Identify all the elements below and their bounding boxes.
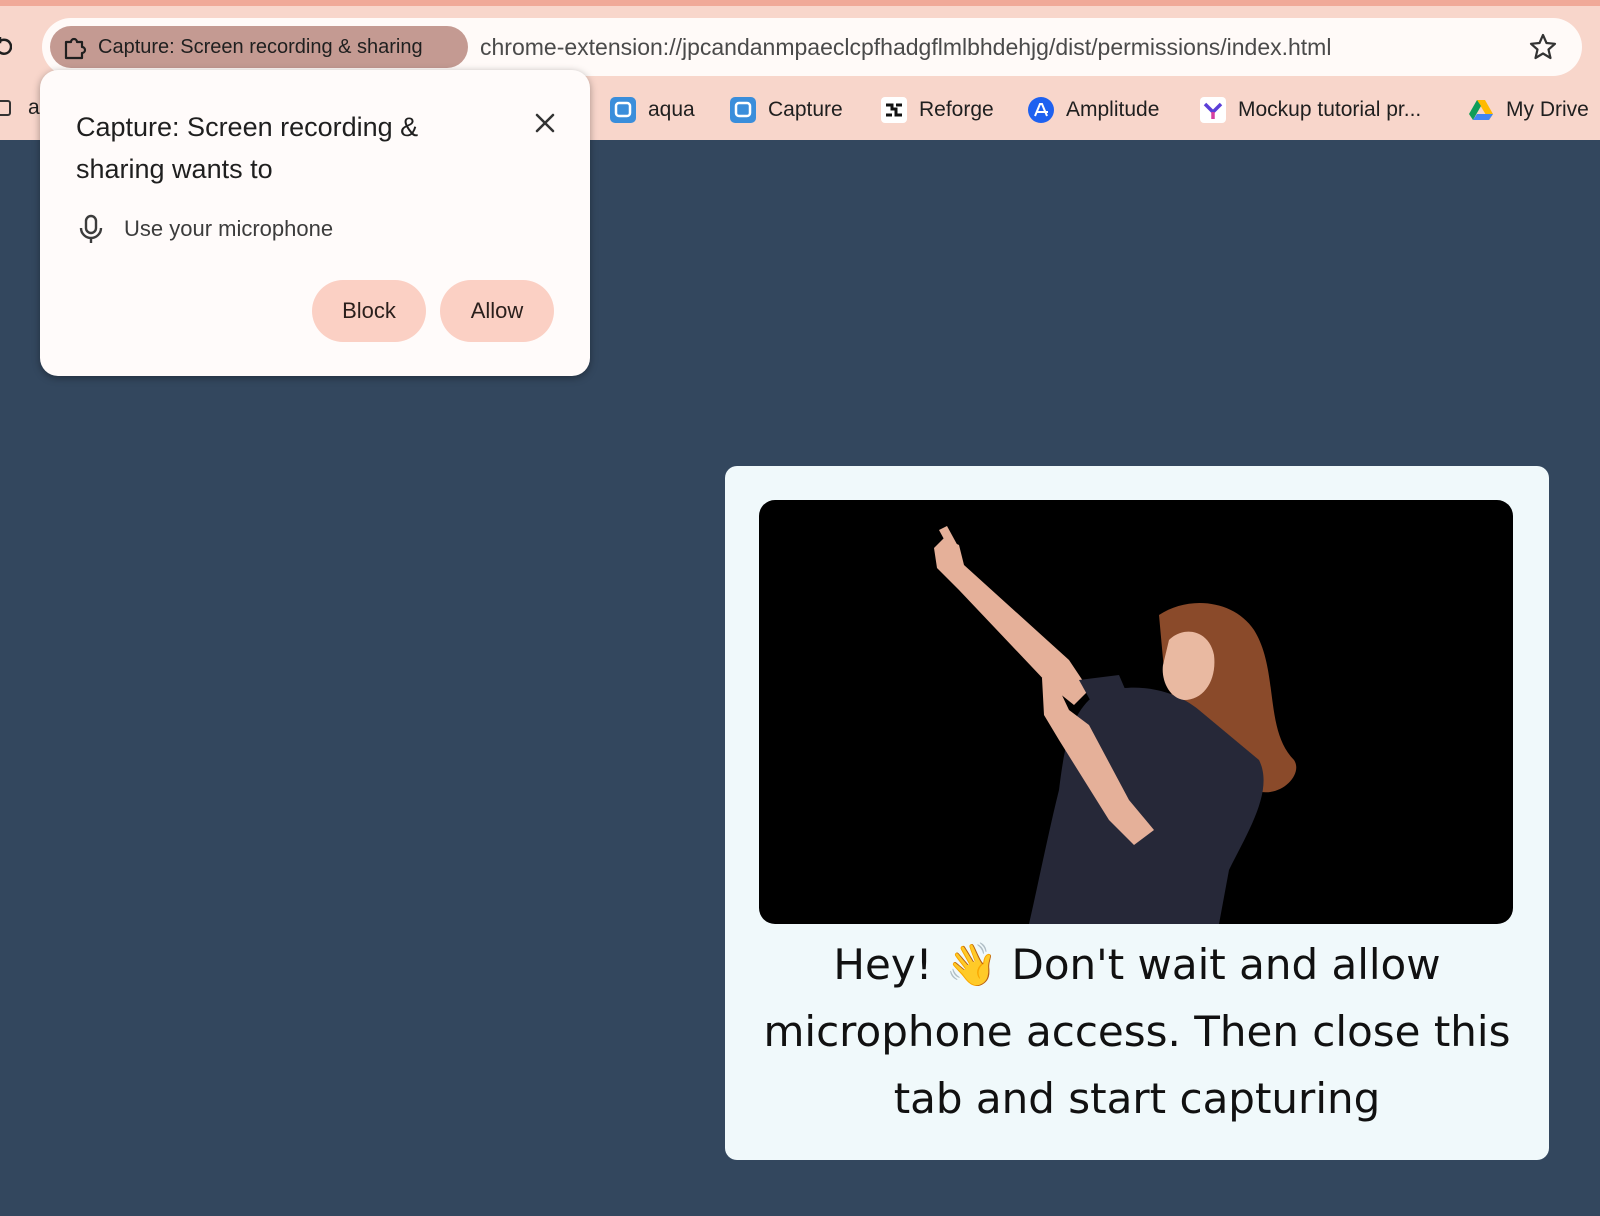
google-drive-icon: [1469, 100, 1493, 120]
instruction-card: Hey! 👋 Don't wait and allow microphone a…: [725, 466, 1549, 1160]
mockup-icon: [1200, 97, 1226, 123]
reload-icon[interactable]: [0, 36, 12, 58]
bookmark-label: Reforge: [919, 98, 994, 121]
amplitude-icon: [1028, 97, 1054, 123]
permission-item: Use your microphone: [78, 214, 333, 244]
star-icon[interactable]: [1528, 32, 1558, 62]
extension-puzzle-icon: [64, 37, 87, 60]
microphone-icon: [79, 214, 103, 243]
bookmark-page-icon: [0, 100, 11, 116]
bookmark-item[interactable]: Capture: [730, 92, 843, 128]
bookmark-item[interactable]: Reforge: [881, 92, 994, 128]
capture-app-icon: [610, 97, 636, 123]
address-bar[interactable]: Capture: Screen recording & sharing chro…: [42, 18, 1582, 76]
bookmark-label: My Drive: [1506, 98, 1589, 121]
block-button[interactable]: Block: [312, 280, 426, 342]
origin-chip-label: Capture: Screen recording & sharing: [98, 35, 423, 58]
close-icon[interactable]: [534, 112, 556, 134]
allow-button[interactable]: Allow: [440, 280, 554, 342]
permission-prompt-title: Capture: Screen recording & sharing want…: [76, 112, 419, 184]
person-pointing-illustration: [934, 526, 1297, 924]
video-player[interactable]: [759, 500, 1513, 924]
bookmark-label: aqua: [648, 98, 695, 121]
bookmark-label: Amplitude: [1066, 98, 1160, 121]
bookmark-label: a: [28, 96, 40, 119]
bookmark-label: Mockup tutorial pr...: [1238, 98, 1422, 121]
capture-app-icon: [730, 97, 756, 123]
bookmark-item[interactable]: My Drive: [1468, 92, 1589, 128]
bookmark-label: Capture: [768, 98, 843, 121]
permission-prompt: Capture: Screen recording & sharing want…: [40, 70, 590, 376]
url-text[interactable]: chrome-extension://jpcandanmpaeclcpfhadg…: [480, 34, 1331, 61]
bookmark-item[interactable]: Mockup tutorial pr...: [1200, 92, 1421, 128]
bookmark-item[interactable]: a: [0, 96, 40, 120]
permission-label: Use your microphone: [124, 216, 334, 241]
bookmark-item[interactable]: aqua: [610, 92, 695, 128]
origin-chip[interactable]: Capture: Screen recording & sharing: [50, 26, 468, 68]
instruction-message: Hey! 👋 Don't wait and allow microphone a…: [763, 940, 1511, 1123]
reforge-icon: [881, 97, 907, 123]
bookmark-item[interactable]: Amplitude: [1028, 92, 1159, 128]
